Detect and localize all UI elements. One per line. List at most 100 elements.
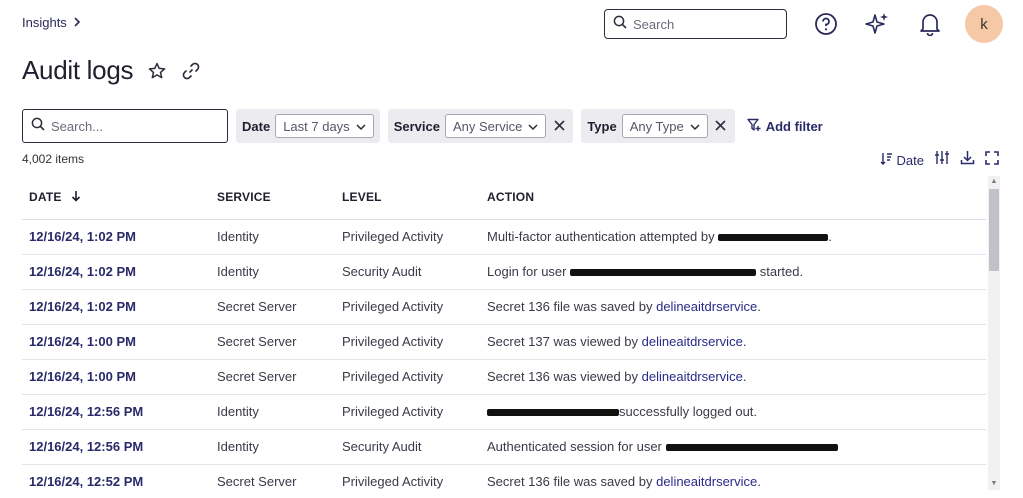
row-service: Secret Server: [210, 359, 335, 395]
row-action: Authenticated session for user: [480, 429, 986, 465]
table-row[interactable]: 12/16/24, 1:00 PM Secret Server Privileg…: [22, 359, 986, 395]
chevron-down-icon: [690, 119, 700, 134]
date-filter-chip: Date Last 7 days: [236, 109, 380, 143]
service-filter-select[interactable]: Any Service: [444, 114, 547, 138]
chevron-down-icon: [528, 119, 538, 134]
row-level: Privileged Activity: [335, 394, 480, 430]
row-service: Identity: [210, 254, 335, 290]
page-title: Audit logs: [22, 55, 134, 85]
add-filter-button[interactable]: Add filter: [746, 118, 823, 135]
table-search-input[interactable]: [51, 118, 211, 134]
top-bar: k: [604, 5, 1003, 43]
column-header-level[interactable]: LEVEL: [335, 176, 480, 220]
columns-settings-icon[interactable]: [934, 150, 950, 170]
type-filter-select[interactable]: Any Type: [621, 114, 708, 138]
action-text: Authenticated session for user: [487, 439, 666, 454]
row-action: Login for user started.: [480, 254, 986, 290]
redacted-text: [570, 269, 757, 277]
table-toolbar: Date: [880, 150, 999, 170]
row-level: Privileged Activity: [335, 289, 480, 325]
action-text: Multi-factor authentication attempted by: [487, 229, 719, 244]
help-icon[interactable]: [809, 7, 843, 41]
table-row[interactable]: 12/16/24, 1:00 PM Secret Server Privileg…: [22, 324, 986, 360]
close-icon[interactable]: [713, 118, 729, 135]
user-link[interactable]: delineaitdrservice: [642, 369, 743, 384]
global-search-box[interactable]: [604, 9, 787, 39]
user-link[interactable]: delineaitdrservice: [642, 334, 743, 349]
action-text: Login for user: [487, 264, 571, 279]
row-level: Privileged Activity: [335, 219, 480, 255]
action-text: Secret 137 was viewed by: [487, 334, 642, 349]
row-date[interactable]: 12/16/24, 1:02 PM: [22, 219, 210, 255]
column-header-date[interactable]: DATE: [22, 176, 210, 220]
service-filter-value: Any Service: [452, 118, 523, 134]
table-row[interactable]: 12/16/24, 1:02 PM Identity Security Audi…: [22, 254, 986, 290]
action-text-end: started.: [756, 264, 804, 279]
column-header-date-label: DATE: [29, 189, 62, 204]
chevron-right-icon: [73, 15, 81, 30]
table-row[interactable]: 12/16/24, 1:02 PM Secret Server Privileg…: [22, 289, 986, 325]
row-date[interactable]: 12/16/24, 1:02 PM: [22, 254, 210, 290]
row-date[interactable]: 12/16/24, 1:00 PM: [22, 324, 210, 360]
row-action: Multi-factor authentication attempted by…: [480, 219, 986, 255]
row-service: Secret Server: [210, 324, 335, 360]
redacted-text: [487, 409, 619, 417]
table-search-box[interactable]: [22, 109, 228, 143]
table-row[interactable]: 12/16/24, 12:56 PM Identity Security Aud…: [22, 429, 986, 465]
type-filter-label: Type: [587, 118, 617, 134]
arrow-down-icon: [71, 190, 81, 205]
scrollbar-thumb[interactable]: [989, 189, 999, 271]
action-text-end: .: [742, 369, 747, 384]
row-level: Privileged Activity: [335, 324, 480, 360]
link-icon[interactable]: [181, 61, 201, 81]
type-filter-chip: Type Any Type: [581, 109, 735, 143]
breadcrumb-insights-link[interactable]: Insights: [22, 15, 67, 30]
action-text-end: .: [757, 299, 761, 314]
action-text-end: .: [828, 229, 832, 244]
user-link[interactable]: delineaitdrservice: [656, 299, 757, 314]
item-count: 4,002 items: [22, 152, 85, 166]
row-date[interactable]: 12/16/24, 1:00 PM: [22, 359, 210, 395]
filter-bar: Date Last 7 days Service Any Service Typ…: [22, 109, 823, 143]
row-service: Identity: [210, 394, 335, 430]
sort-icon: [880, 152, 893, 168]
date-filter-label: Date: [242, 118, 271, 134]
avatar[interactable]: k: [965, 5, 1003, 43]
title-row: Audit logs: [22, 55, 201, 86]
download-icon[interactable]: [960, 150, 975, 170]
row-date[interactable]: 12/16/24, 1:02 PM: [22, 289, 210, 325]
scroll-down-arrow-icon[interactable]: ▼: [988, 478, 1000, 490]
table-row[interactable]: 12/16/24, 12:52 PM Secret Server Privile…: [22, 464, 986, 498]
star-icon[interactable]: [147, 61, 167, 81]
table-row[interactable]: 12/16/24, 1:02 PM Identity Privileged Ac…: [22, 219, 986, 255]
table-row[interactable]: 12/16/24, 12:56 PM Identity Privileged A…: [22, 394, 986, 430]
close-icon[interactable]: [551, 118, 567, 135]
search-icon: [31, 117, 45, 136]
row-action: Secret 136 file was saved by delineaitdr…: [480, 289, 986, 325]
sparkle-icon[interactable]: [861, 7, 895, 41]
column-header-service[interactable]: SERVICE: [210, 176, 335, 220]
row-date[interactable]: 12/16/24, 12:56 PM: [22, 394, 210, 430]
global-search-input[interactable]: [633, 16, 773, 32]
row-date[interactable]: 12/16/24, 12:52 PM: [22, 464, 210, 498]
row-action: Secret 137 was viewed by delineaitdrserv…: [480, 324, 986, 360]
row-date[interactable]: 12/16/24, 12:56 PM: [22, 429, 210, 465]
row-level: Security Audit: [335, 254, 480, 290]
column-header-action[interactable]: ACTION: [480, 176, 986, 220]
row-service: Identity: [210, 219, 335, 255]
scroll-up-arrow-icon[interactable]: ▲: [988, 176, 1000, 188]
sort-label: Date: [896, 152, 924, 168]
vertical-scrollbar[interactable]: ▲ ▼: [988, 176, 1000, 490]
filter-plus-icon: [746, 118, 762, 135]
fullscreen-icon[interactable]: [985, 150, 999, 170]
user-link[interactable]: delineaitdrservice: [656, 474, 757, 489]
redacted-text: [718, 234, 829, 242]
action-text: Secret 136 was viewed by: [487, 369, 642, 384]
sort-button[interactable]: Date: [880, 152, 924, 168]
bell-icon[interactable]: [913, 7, 947, 41]
row-level: Security Audit: [335, 429, 480, 465]
table-header-row: DATE SERVICE LEVEL ACTION: [22, 176, 986, 220]
row-action: successfully logged out.: [480, 394, 986, 430]
row-service: Secret Server: [210, 464, 335, 498]
date-filter-select[interactable]: Last 7 days: [275, 114, 374, 138]
